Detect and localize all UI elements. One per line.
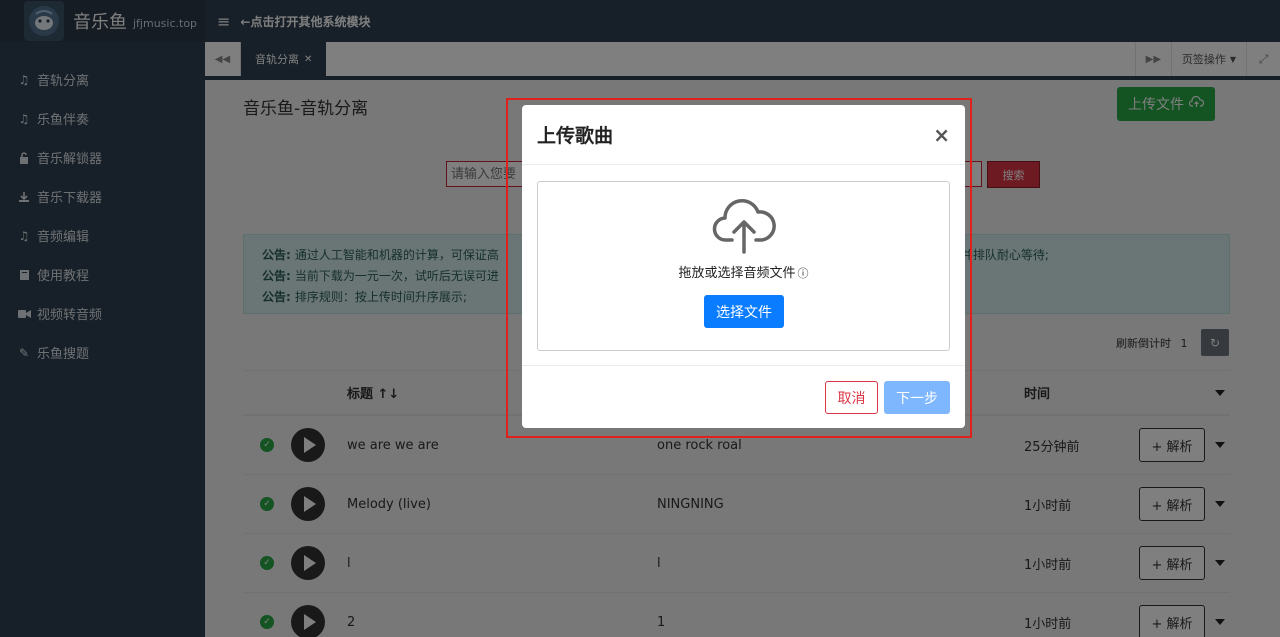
upload-song-modal: 上传歌曲 × 拖放或选择音频文件 ⓘ 选择文件 取消 下一步	[522, 105, 965, 428]
drop-instruction: 拖放或选择音频文件 ⓘ	[538, 262, 949, 281]
modal-footer: 取消 下一步	[522, 365, 965, 428]
cancel-button[interactable]: 取消	[825, 381, 878, 414]
modal-header: 上传歌曲 ×	[522, 105, 965, 165]
drop-text: 拖放或选择音频文件	[678, 266, 796, 281]
info-icon[interactable]: ⓘ	[798, 267, 809, 280]
modal-title: 上传歌曲	[537, 125, 614, 147]
choose-file-button[interactable]: 选择文件	[704, 295, 784, 328]
next-step-button[interactable]: 下一步	[884, 381, 950, 414]
file-drop-zone[interactable]: 拖放或选择音频文件 ⓘ 选择文件	[537, 181, 950, 351]
close-icon[interactable]: ×	[933, 123, 950, 147]
cloud-upload-icon	[712, 198, 776, 254]
